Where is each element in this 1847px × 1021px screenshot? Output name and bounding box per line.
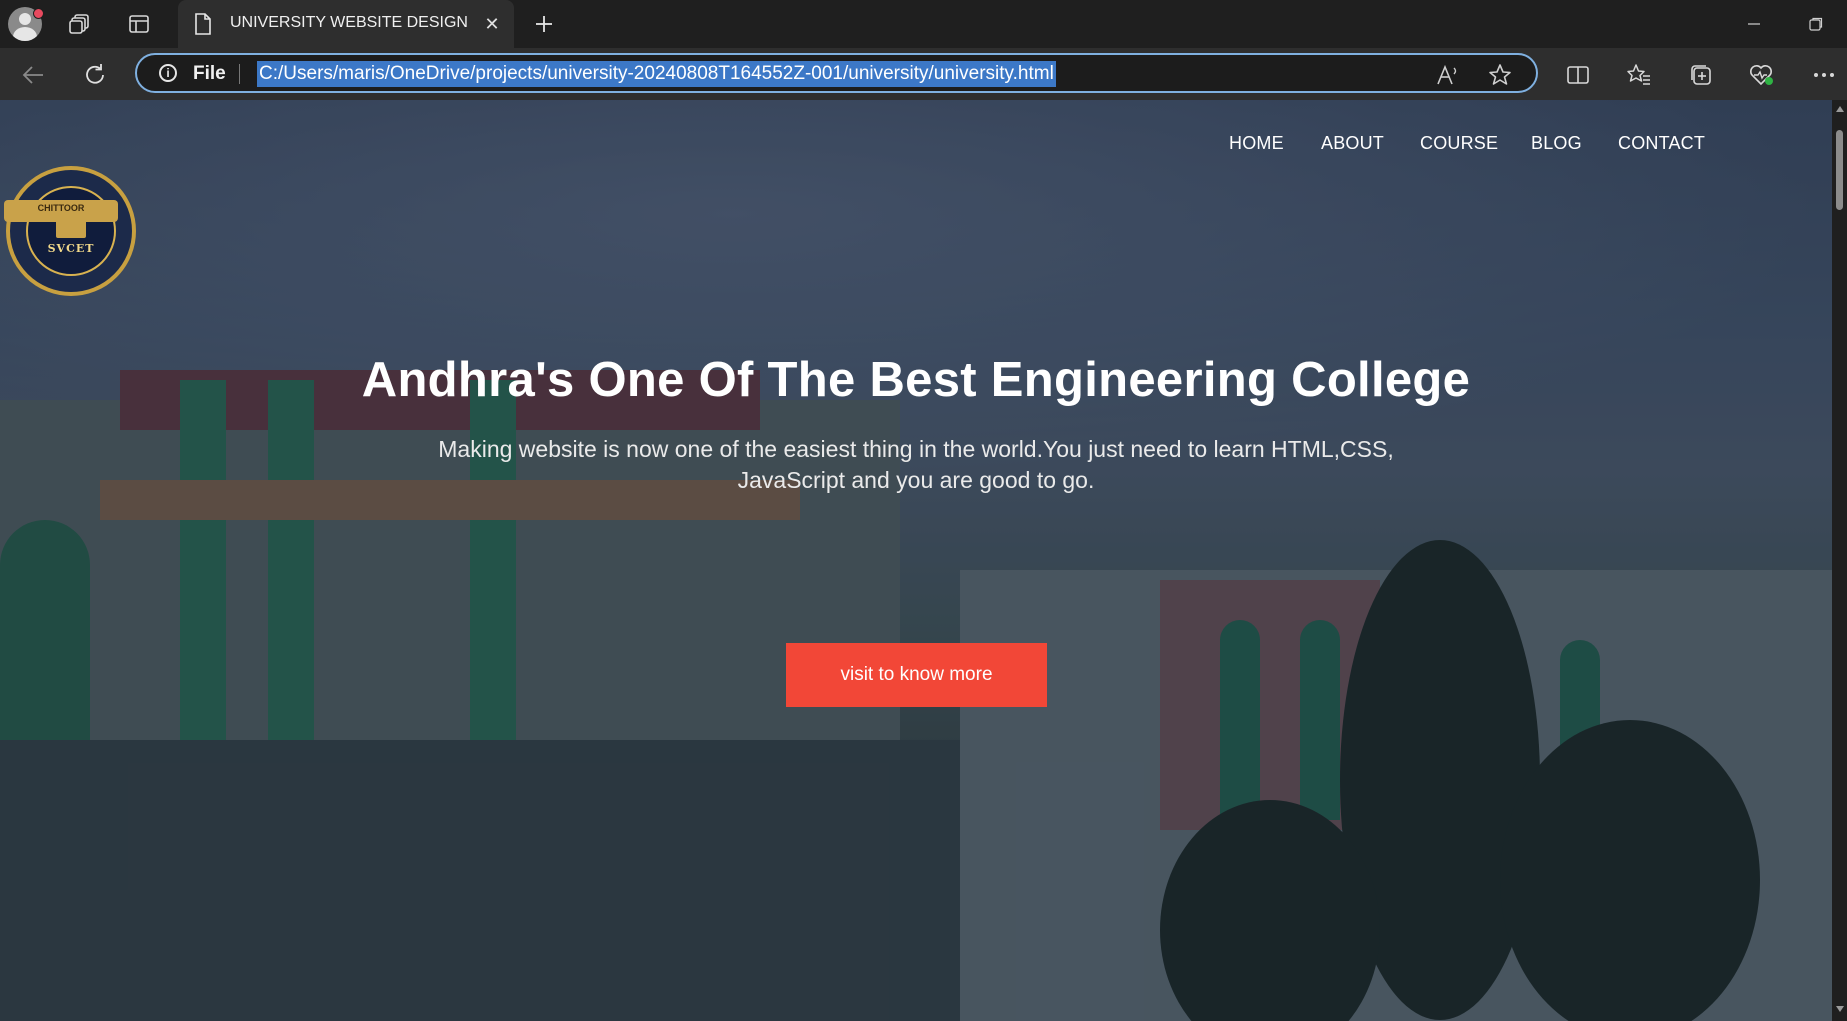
split-screen-icon[interactable]: [1561, 58, 1595, 92]
hero-background: [0, 100, 1832, 1021]
avatar-head-shape: [19, 13, 31, 25]
hero-subtitle-line-1: Making website is now one of the easiest…: [438, 436, 1394, 462]
nav-blog[interactable]: BLOG: [1531, 133, 1582, 154]
nav-contact[interactable]: CONTACT: [1618, 133, 1705, 154]
hero-title: Andhra's One Of The Best Engineering Col…: [361, 353, 1471, 407]
nav-course[interactable]: COURSE: [1420, 133, 1498, 154]
tab-title: UNIVERSITY WEBSITE DESIGN: [230, 14, 468, 31]
scheme-label: File: [193, 63, 226, 84]
site-info-icon[interactable]: i: [159, 64, 177, 82]
nav-home[interactable]: HOME: [1229, 133, 1284, 154]
new-tab-icon[interactable]: [528, 8, 560, 40]
web-page-viewport: SVCET CHITTOOR HOME ABOUT COURSE BLOG CO…: [0, 100, 1832, 1021]
college-logo[interactable]: SVCET: [6, 166, 136, 296]
browser-essentials-icon[interactable]: [1745, 58, 1779, 92]
favorite-star-icon[interactable]: [1487, 62, 1513, 88]
avatar-body-shape: [13, 27, 37, 41]
hero-subtitle: Making website is now one of the easiest…: [416, 434, 1416, 496]
minimize-window-icon[interactable]: [1738, 8, 1770, 40]
logo-ribbon-text: CHITTOOR: [37, 203, 85, 213]
visit-to-know-more-button[interactable]: visit to know more: [786, 643, 1047, 707]
refresh-icon[interactable]: [78, 58, 112, 92]
collections-icon[interactable]: [1684, 58, 1718, 92]
favorites-list-icon[interactable]: [1622, 58, 1656, 92]
logo-ribbon: CHITTOOR: [4, 200, 118, 222]
browser-toolbar: i File C:/Users/maris/OneDrive/projects/…: [0, 48, 1847, 100]
logo-text: SVCET: [47, 242, 95, 255]
address-divider: [239, 64, 240, 84]
scroll-up-arrow-icon[interactable]: [1836, 106, 1844, 112]
back-arrow-icon[interactable]: [16, 58, 50, 92]
close-tab-icon[interactable]: ✕: [480, 12, 504, 36]
more-options-icon[interactable]: [1807, 58, 1841, 92]
scroll-thumb[interactable]: [1836, 130, 1843, 210]
address-bar[interactable]: i File C:/Users/maris/OneDrive/projects/…: [135, 53, 1538, 93]
hero-dark-overlay: [0, 100, 1832, 1021]
page-icon: [194, 13, 212, 40]
page-scrollbar[interactable]: [1832, 100, 1847, 1021]
restore-window-icon[interactable]: [1800, 8, 1832, 40]
browser-titlebar: UNIVERSITY WEBSITE DESIGN ✕: [0, 0, 1847, 48]
browser-tab-active[interactable]: UNIVERSITY WEBSITE DESIGN ✕: [178, 0, 514, 48]
url-text[interactable]: C:/Users/maris/OneDrive/projects/univers…: [257, 61, 1056, 87]
hero-subtitle-line-2: JavaScript and you are good to go.: [737, 467, 1095, 493]
tab-actions-icon[interactable]: [123, 8, 155, 40]
nav-about[interactable]: ABOUT: [1321, 133, 1384, 154]
notification-dot: [33, 8, 44, 19]
read-aloud-icon[interactable]: [1435, 62, 1461, 88]
scroll-down-arrow-icon[interactable]: [1836, 1006, 1844, 1012]
workspaces-icon[interactable]: [64, 8, 96, 40]
